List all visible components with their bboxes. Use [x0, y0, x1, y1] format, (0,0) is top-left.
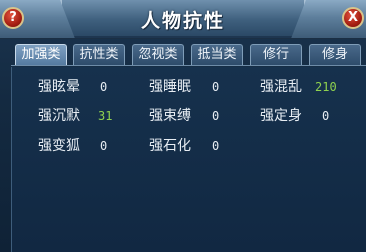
- stat-label: 强石化: [149, 138, 191, 154]
- stat-label: 强沉默: [38, 108, 80, 124]
- stat-label: 强睡眠: [149, 79, 191, 95]
- stat-label: 强束缚: [149, 108, 191, 124]
- stat-label: 强定身: [260, 108, 302, 124]
- tab-ignore[interactable]: 忽视类: [132, 44, 184, 65]
- stat-value: 0: [322, 109, 330, 123]
- character-resistance-window: 人物抗性 ? X 加强类 抗性类 忽视类 抵当类 修行 修身 强眩晕 0 强睡眠…: [0, 0, 366, 252]
- title-bar: 人物抗性 ? X: [0, 0, 366, 39]
- stat-label: 强混乱: [260, 79, 302, 95]
- tab-counter[interactable]: 抵当类: [191, 44, 243, 65]
- help-button[interactable]: ?: [2, 7, 24, 29]
- stat-label: 强变狐: [38, 138, 80, 154]
- stat-value: 0: [212, 139, 220, 153]
- tab-bar: 加强类 抗性类 忽视类 抵当类 修行 修身: [15, 44, 365, 66]
- window-title: 人物抗性: [140, 10, 225, 32]
- tab-cultivation[interactable]: 修行: [250, 44, 302, 65]
- tab-resistance[interactable]: 抗性类: [73, 44, 125, 65]
- stats-panel: 强眩晕 0 强睡眠 0 强混乱 210 强沉默 31 强束缚 0 强定身 0 强…: [11, 67, 366, 252]
- tab-self-cultivation[interactable]: 修身: [309, 44, 361, 65]
- tab-divider: [11, 65, 366, 66]
- stat-value: 0: [100, 80, 108, 94]
- stat-label: 强眩晕: [38, 79, 80, 95]
- stat-value: 0: [100, 139, 108, 153]
- stat-value: 0: [212, 80, 220, 94]
- close-button[interactable]: X: [342, 7, 364, 29]
- tab-enhance[interactable]: 加强类: [15, 44, 67, 65]
- stat-value: 210: [315, 80, 337, 94]
- stat-value: 0: [212, 109, 220, 123]
- stat-value: 31: [98, 109, 113, 123]
